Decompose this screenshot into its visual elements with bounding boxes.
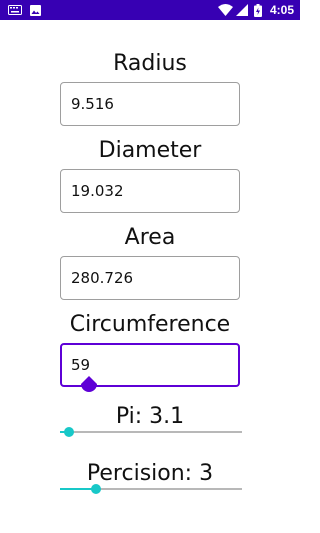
wifi-icon [218,0,233,20]
keyboard-icon [8,0,22,20]
precision-slider-thumb[interactable] [91,484,102,494]
status-bar: 4:05 [0,0,300,20]
text-cursor-handle[interactable] [81,376,97,394]
circumference-label: Circumference [69,312,231,337]
battery-icon [254,0,262,20]
pi-slider-track [60,431,242,433]
clock: 4:05 [269,3,294,17]
area-label: Area [124,225,176,250]
diameter-label: Diameter [98,138,202,163]
signal-icon [236,0,248,20]
diameter-input[interactable]: 19.032 [60,169,240,213]
area-input[interactable]: 280.726 [60,256,240,300]
pi-slider[interactable] [60,425,242,439]
radius-label: Radius [113,51,187,76]
radius-input[interactable]: 9.516 [60,82,240,126]
pi-slider-thumb[interactable] [64,427,75,437]
precision-slider[interactable] [60,482,242,496]
image-icon [30,0,41,20]
